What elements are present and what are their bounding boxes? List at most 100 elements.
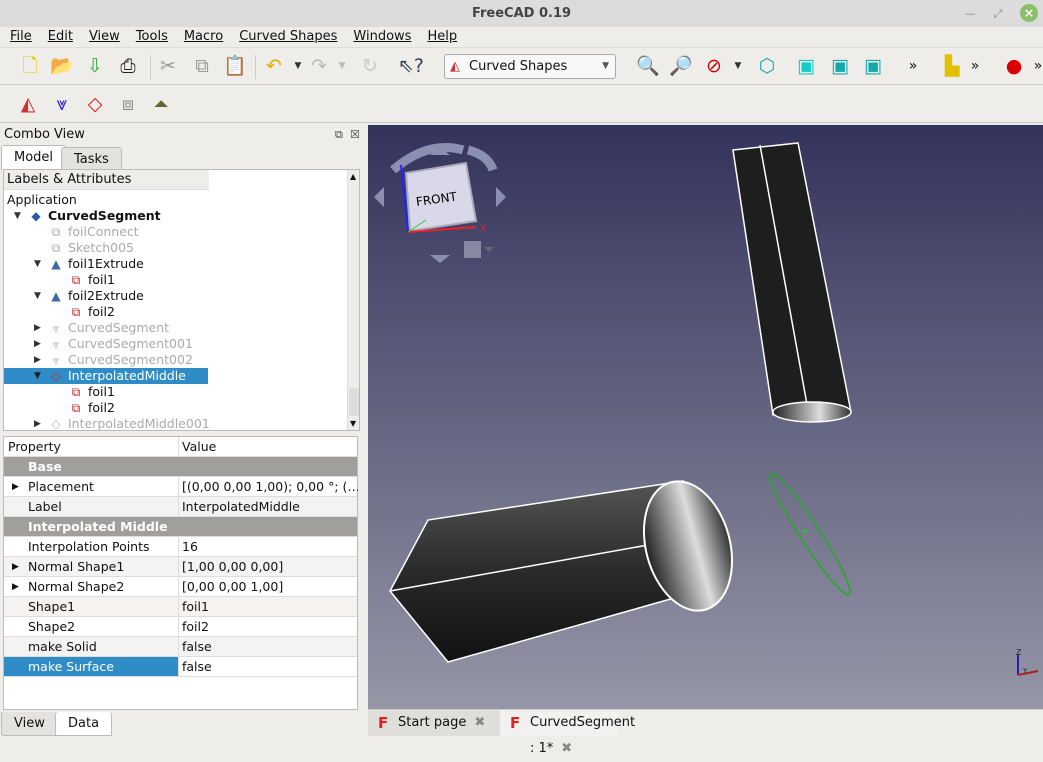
whats-this-icon[interactable]: ⇖? <box>398 54 424 78</box>
property-row[interactable]: Shape2 foil2 <box>4 617 357 637</box>
nav-down-arrow[interactable] <box>430 255 450 263</box>
property-value[interactable]: false <box>178 657 358 676</box>
new-document-icon[interactable]: 🗋 <box>18 54 42 78</box>
property-row[interactable]: make Solid false <box>4 637 357 657</box>
navigation-cube[interactable]: FRONT X <box>374 143 506 263</box>
property-value[interactable]: 16 <box>178 537 358 556</box>
curved-array-icon[interactable]: ⧈ <box>116 92 140 116</box>
cut-icon[interactable]: ✂ <box>156 54 180 78</box>
expand-arrow-icon[interactable]: ▶ <box>12 557 19 577</box>
toolbar-overflow-icon[interactable]: » <box>1026 54 1043 78</box>
menu-curved-shapes[interactable]: Curved Shapes <box>229 27 343 47</box>
property-value[interactable]: foil2 <box>178 617 358 636</box>
menu-edit[interactable]: Edit <box>38 27 79 47</box>
tab-model[interactable]: Model <box>1 145 67 170</box>
tree-item[interactable]: ▶ ⩔ CurvedSegment <box>34 320 169 336</box>
menu-tools[interactable]: Tools <box>126 27 174 47</box>
interpolated-middle-curve[interactable] <box>762 468 857 600</box>
property-row[interactable]: make Surface false <box>4 657 357 677</box>
tree-item[interactable]: ⧉ foil2 <box>68 400 115 416</box>
expand-arrow-icon[interactable]: ▼ <box>34 288 41 304</box>
paste-icon[interactable]: 📋 <box>223 54 247 78</box>
menu-file[interactable]: File <box>0 27 38 47</box>
property-row[interactable]: Label InterpolatedMiddle <box>4 497 357 517</box>
save-icon[interactable]: ⇩ <box>83 54 107 78</box>
tab-curvedsegment[interactable]: F CurvedSegment : 1* ✖ <box>500 710 635 756</box>
maximize-button[interactable]: ⤢ <box>990 6 1006 22</box>
draw-style-dropdown-icon[interactable]: ▼ <box>726 54 750 78</box>
property-value[interactable]: [1,00 0,00 0,00] <box>178 557 358 576</box>
property-value[interactable]: InterpolatedMiddle <box>178 497 358 516</box>
copy-icon[interactable]: ⧉ <box>190 54 214 78</box>
tree-item[interactable]: ⧉ Sketch005 <box>48 240 134 256</box>
expand-arrow-icon[interactable]: ▶ <box>12 577 19 597</box>
interpolated-middle-icon[interactable]: ◇ <box>83 92 107 116</box>
tree-item[interactable]: ⧉ foilConnect <box>48 224 139 240</box>
fit-selection-icon[interactable]: 🔎 <box>669 54 693 78</box>
redo-dropdown-icon[interactable]: ▼ <box>330 54 354 78</box>
collapse-arrow-icon[interactable]: ▶ <box>34 336 41 352</box>
property-value[interactable]: foil1 <box>178 597 358 616</box>
tree-item[interactable]: ⧉ foil1 <box>68 384 115 400</box>
tab-start-page[interactable]: F Start page ✖ <box>368 710 500 736</box>
3d-viewport[interactable]: FRONT X Z Y <box>368 125 1043 709</box>
redo-icon[interactable]: ↷ <box>307 54 331 78</box>
menu-windows[interactable]: Windows <box>343 27 417 47</box>
fit-all-icon[interactable]: 🔍 <box>636 54 660 78</box>
open-folder-icon[interactable]: 📂 <box>50 54 74 78</box>
top-view-icon[interactable]: ▣ <box>828 54 852 78</box>
float-panel-icon[interactable]: ⧉ <box>335 128 343 142</box>
tree-item[interactable]: ⧉ foil2 <box>68 304 115 320</box>
nav-right-arrow[interactable] <box>496 187 506 207</box>
tab-view[interactable]: View <box>1 712 58 736</box>
tree-item[interactable]: ▶ ⩔ CurvedSegment002 <box>34 352 193 368</box>
upper-extrusion[interactable] <box>732 142 852 423</box>
tree-item[interactable]: ▼ ◆ CurvedSegment <box>14 208 161 224</box>
right-view-icon[interactable]: ▣ <box>861 54 885 78</box>
tree-item[interactable]: ▶ ⩔ CurvedSegment001 <box>34 336 193 352</box>
expand-arrow-icon[interactable]: ▼ <box>34 368 41 384</box>
rotate-right-arrow[interactable] <box>466 145 498 172</box>
isometric-view-icon[interactable]: ⬡ <box>755 54 779 78</box>
tree-scrollbar[interactable]: ▲ ▼ <box>347 170 359 430</box>
expand-arrow-icon[interactable]: ▶ <box>12 477 19 497</box>
view-menu-dropdown-icon[interactable] <box>484 247 494 252</box>
menu-help[interactable]: Help <box>417 27 463 47</box>
front-view-icon[interactable]: ▣ <box>794 54 818 78</box>
close-button[interactable]: × <box>1020 4 1038 22</box>
minimize-button[interactable]: — <box>962 6 978 22</box>
property-row[interactable]: ▶ Normal Shape1 [1,00 0,00 0,00] <box>4 557 357 577</box>
menu-view[interactable]: View <box>79 27 126 47</box>
macro-record-icon[interactable]: ● <box>1002 54 1026 78</box>
close-tab-icon[interactable]: ✖ <box>474 715 485 730</box>
toolbar-overflow-icon[interactable]: » <box>963 54 987 78</box>
view-menu-cube-icon[interactable] <box>464 241 481 258</box>
collapse-arrow-icon[interactable]: ▶ <box>34 352 41 368</box>
collapse-arrow-icon[interactable]: ▶ <box>34 416 41 430</box>
collapse-arrow-icon[interactable]: ▶ <box>34 320 41 336</box>
surface-icon[interactable]: ⏶ <box>149 92 173 116</box>
expand-arrow-icon[interactable]: ▼ <box>34 256 41 272</box>
undo-icon[interactable]: ↶ <box>262 54 286 78</box>
print-icon[interactable]: ⎙ <box>116 54 140 78</box>
property-value[interactable]: [0,00 0,00 1,00] <box>178 577 358 596</box>
tree-item[interactable]: ▶ ◇ InterpolatedMiddle001 <box>34 416 210 430</box>
tab-data[interactable]: Data <box>55 712 113 736</box>
nav-left-arrow[interactable] <box>374 187 384 207</box>
tree-item[interactable]: ▼ ▲ foil2Extrude <box>34 288 144 304</box>
part-workbench-icon[interactable]: ▙ <box>940 54 964 78</box>
draw-style-icon[interactable]: ⊘ <box>702 54 726 78</box>
tree-item[interactable]: ▼ ◇ InterpolatedMiddle <box>4 368 208 384</box>
tree-item[interactable]: ▼ ▲ foil1Extrude <box>34 256 144 272</box>
menu-macro[interactable]: Macro <box>174 27 229 47</box>
blend-curve-icon[interactable]: ◭ <box>16 92 40 116</box>
refresh-icon[interactable]: ↻ <box>358 54 382 78</box>
tree-item[interactable]: ⧉ foil1 <box>68 272 115 288</box>
property-row[interactable]: Shape1 foil1 <box>4 597 357 617</box>
property-value[interactable]: [(0,00 0,00 1,00); 0,00 °; (… <box>178 477 358 496</box>
toolbar-overflow-icon[interactable]: » <box>901 54 925 78</box>
workbench-selector[interactable]: ◭ Curved Shapes ▼ <box>444 54 616 79</box>
curved-segment-icon[interactable]: ⩔ <box>50 92 74 116</box>
property-row[interactable]: Interpolation Points 16 <box>4 537 357 557</box>
expand-arrow-icon[interactable]: ▼ <box>14 208 21 224</box>
